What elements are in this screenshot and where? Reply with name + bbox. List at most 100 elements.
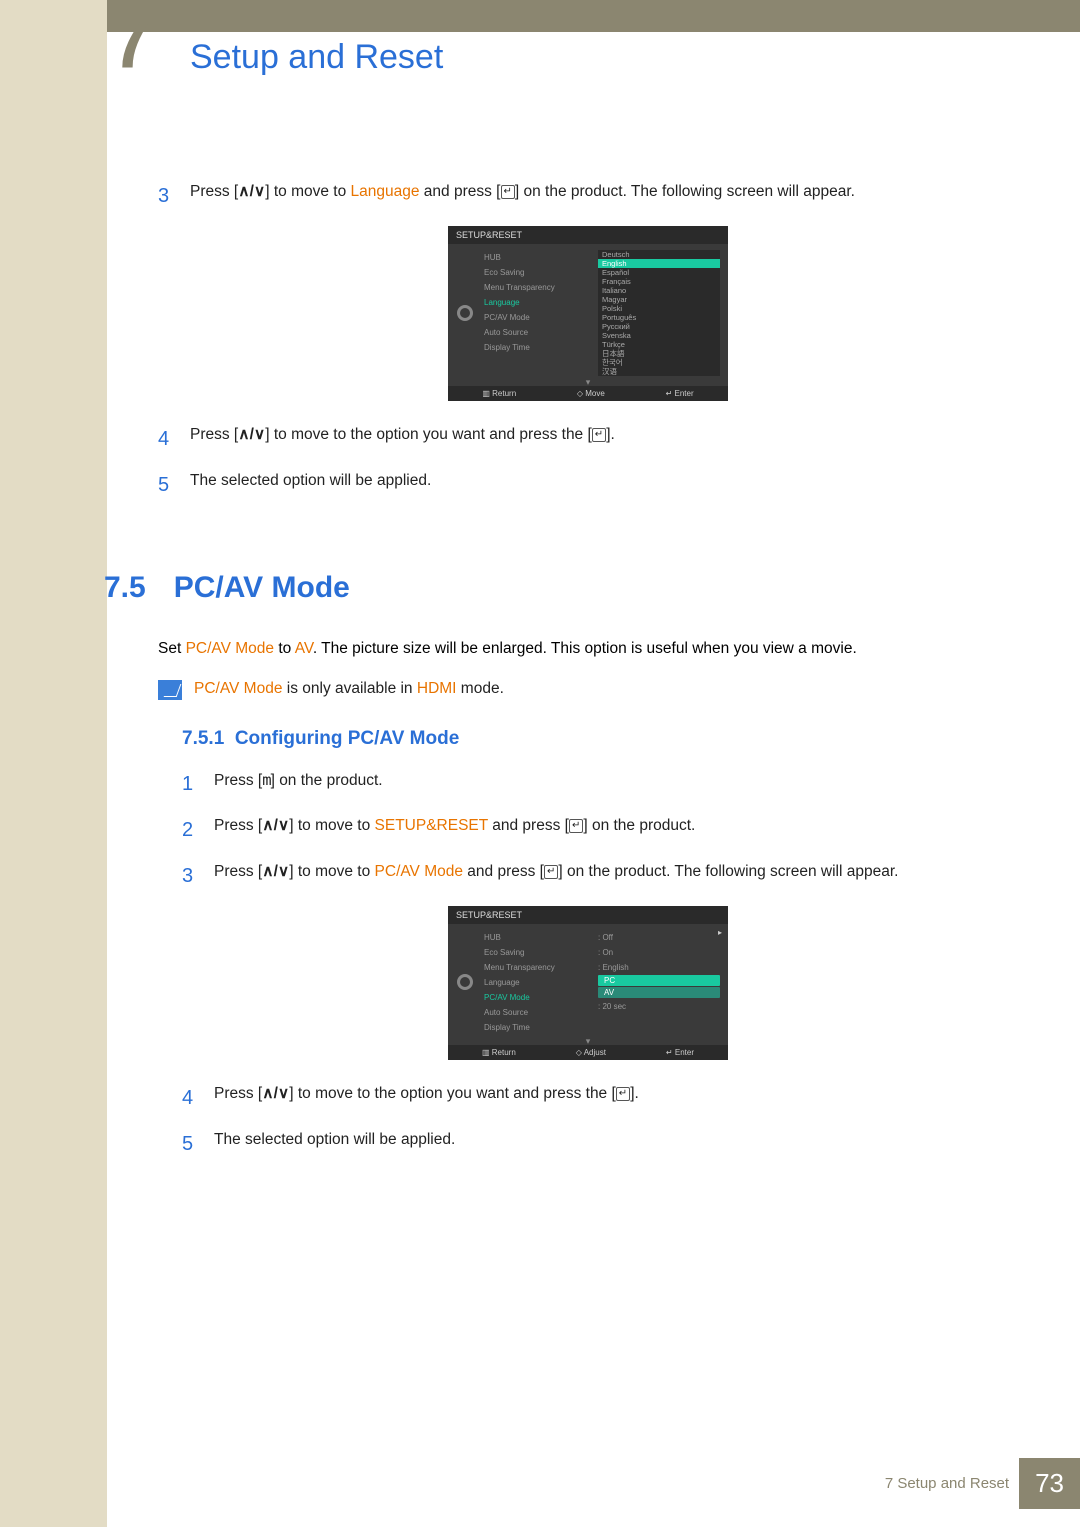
step-1: 1 Press [m ] on the product. (182, 768, 1018, 800)
step-4: 4 Press [∧/∨] to move to the option you … (158, 423, 1018, 455)
page-footer: 7 Setup and Reset 73 (885, 1458, 1080, 1509)
step-5: 5 The selected option will be applied. (158, 469, 1018, 501)
enter-label: ↵ Enter (666, 1048, 694, 1057)
subsection-heading-7-5-1: 7.5.1 Configuring PC/AV Mode (182, 728, 1018, 750)
top-bar (107, 0, 1080, 32)
gear-icon (457, 974, 473, 990)
content-area: 3 Press [∧/∨] to move to Language and pr… (158, 180, 1018, 1174)
t: Press [ (214, 817, 262, 834)
t: ] to move to (289, 863, 374, 880)
osd-title: SETUP&RESET (448, 906, 728, 924)
left-margin-bar (0, 0, 107, 1527)
hl: AV (295, 640, 313, 657)
t: ] on the product. (583, 817, 695, 834)
step-text: The selected option will be applied. (214, 1128, 1018, 1160)
step-text: Press [∧/∨] to move to the option you wa… (214, 1082, 1018, 1114)
subsection-num: 7.5.1 (182, 728, 224, 749)
menu-icon: m (262, 768, 270, 793)
osd-footer: ▥ Return ◇ Move ↵ Enter (448, 386, 728, 401)
t: ] to move to the option you want and pre… (289, 1085, 616, 1102)
adjust-label: ◇ Adjust (576, 1048, 606, 1057)
gear-icon (457, 305, 473, 321)
t: ] on the product. The following screen w… (558, 863, 898, 880)
hl: SETUP&RESET (375, 817, 488, 834)
footer-chapter: 7 Setup and Reset (885, 1475, 1009, 1492)
subsection-title: Configuring PC/AV Mode (235, 728, 459, 749)
t: ] to move to (289, 817, 374, 834)
updown-icon: ∧/∨ (262, 860, 289, 885)
step-text: Press [m ] on the product. (214, 768, 1018, 800)
note: PC/AV Mode is only available in HDMI mod… (158, 680, 1018, 700)
section-para: Set PC/AV Mode to AV. The picture size w… (158, 637, 1018, 662)
chevron-down-icon: ▾ (448, 378, 728, 386)
step-text: Press [∧/∨] to move to PC/AV Mode and pr… (214, 860, 1018, 892)
t: . The picture size will be enlarged. Thi… (313, 640, 857, 657)
t: Press [ (214, 1085, 262, 1102)
enter-icon: ↵ (544, 865, 558, 879)
osd-title: SETUP&RESET (448, 226, 728, 244)
t: ] on the product. The following screen w… (515, 183, 855, 200)
step-text: Press [∧/∨] to move to the option you wa… (190, 423, 1018, 455)
step-number: 1 (182, 768, 214, 800)
osd-screenshot-pcav: SETUP&RESET ▸ HUBEco SavingMenu Transpar… (448, 906, 728, 1060)
enter-icon: ↵ (616, 1087, 630, 1101)
chevron-down-icon: ▾ (448, 1037, 728, 1045)
osd-menu-list: HUBEco SavingMenu TransparencyLanguagePC… (482, 930, 598, 1035)
t: mode. (456, 680, 503, 697)
footer-page-number: 73 (1019, 1458, 1080, 1509)
step-5b: 5 The selected option will be applied. (182, 1128, 1018, 1160)
enter-icon: ↵ (501, 185, 515, 199)
updown-icon: ∧/∨ (238, 180, 265, 205)
t: and press [ (463, 863, 544, 880)
t: Press [ (214, 863, 262, 880)
hl: PC/AV Mode (375, 863, 463, 880)
step-number: 5 (182, 1128, 214, 1160)
updown-icon: ∧/∨ (262, 1082, 289, 1107)
hl: PC/AV Mode (194, 680, 282, 697)
enter-label: ↵ Enter (666, 389, 694, 398)
section-num: 7.5 (104, 571, 146, 604)
osd-screenshot-language: SETUP&RESET HUBEco SavingMenu Transparen… (448, 226, 728, 401)
language-list: DeutschEnglishEspañolFrançaisItalianoMag… (598, 250, 720, 376)
t: to (274, 640, 295, 657)
step-text: Press [∧/∨] to move to Language and pres… (190, 180, 1018, 212)
t: ]. (606, 426, 615, 443)
note-text: PC/AV Mode is only available in HDMI mod… (194, 680, 1018, 698)
t: and press [ (420, 183, 501, 200)
hl: Language (351, 183, 420, 200)
updown-icon: ∧/∨ (262, 814, 289, 839)
enter-icon: ↵ (569, 819, 583, 833)
hl: PC/AV Mode (186, 640, 274, 657)
t: ] to move to the option you want and pre… (265, 426, 592, 443)
step-text: The selected option will be applied. (190, 469, 1018, 501)
t: ]. (630, 1085, 639, 1102)
updown-icon: ∧/∨ (238, 423, 265, 448)
osd-menu-list: HUBEco SavingMenu TransparencyLanguagePC… (482, 250, 598, 376)
t: ] on the product. (271, 772, 383, 789)
t: is only available in (282, 680, 416, 697)
enter-icon: ↵ (592, 428, 606, 442)
step-text: Press [∧/∨] to move to SETUP&RESET and p… (214, 814, 1018, 846)
step-2: 2 Press [∧/∨] to move to SETUP&RESET and… (182, 814, 1018, 846)
t: ] to move to (265, 183, 350, 200)
step-number: 3 (158, 180, 190, 212)
t: Press [ (214, 772, 262, 789)
chevron-right-icon: ▸ (718, 928, 722, 937)
osd-values: : Off: On: EnglishPCAV: 20 sec (598, 930, 720, 1014)
t: and press [ (488, 817, 569, 834)
note-icon (158, 680, 182, 700)
return-label: ▥ Return (482, 389, 516, 398)
chapter-number: 7 (112, 0, 152, 86)
page-title: Setup and Reset (190, 38, 443, 77)
t: Press [ (190, 426, 238, 443)
step-3: 3 Press [∧/∨] to move to Language and pr… (158, 180, 1018, 212)
step-3b: 3 Press [∧/∨] to move to PC/AV Mode and … (182, 860, 1018, 892)
return-label: ▥ Return (482, 1048, 516, 1057)
move-label: ◇ Move (577, 389, 605, 398)
step-number: 4 (182, 1082, 214, 1114)
step-number: 2 (182, 814, 214, 846)
step-4b: 4 Press [∧/∨] to move to the option you … (182, 1082, 1018, 1114)
step-number: 3 (182, 860, 214, 892)
section-title: PC/AV Mode (174, 571, 350, 604)
section-heading-7-5: 7.5 PC/AV Mode (104, 571, 1018, 605)
